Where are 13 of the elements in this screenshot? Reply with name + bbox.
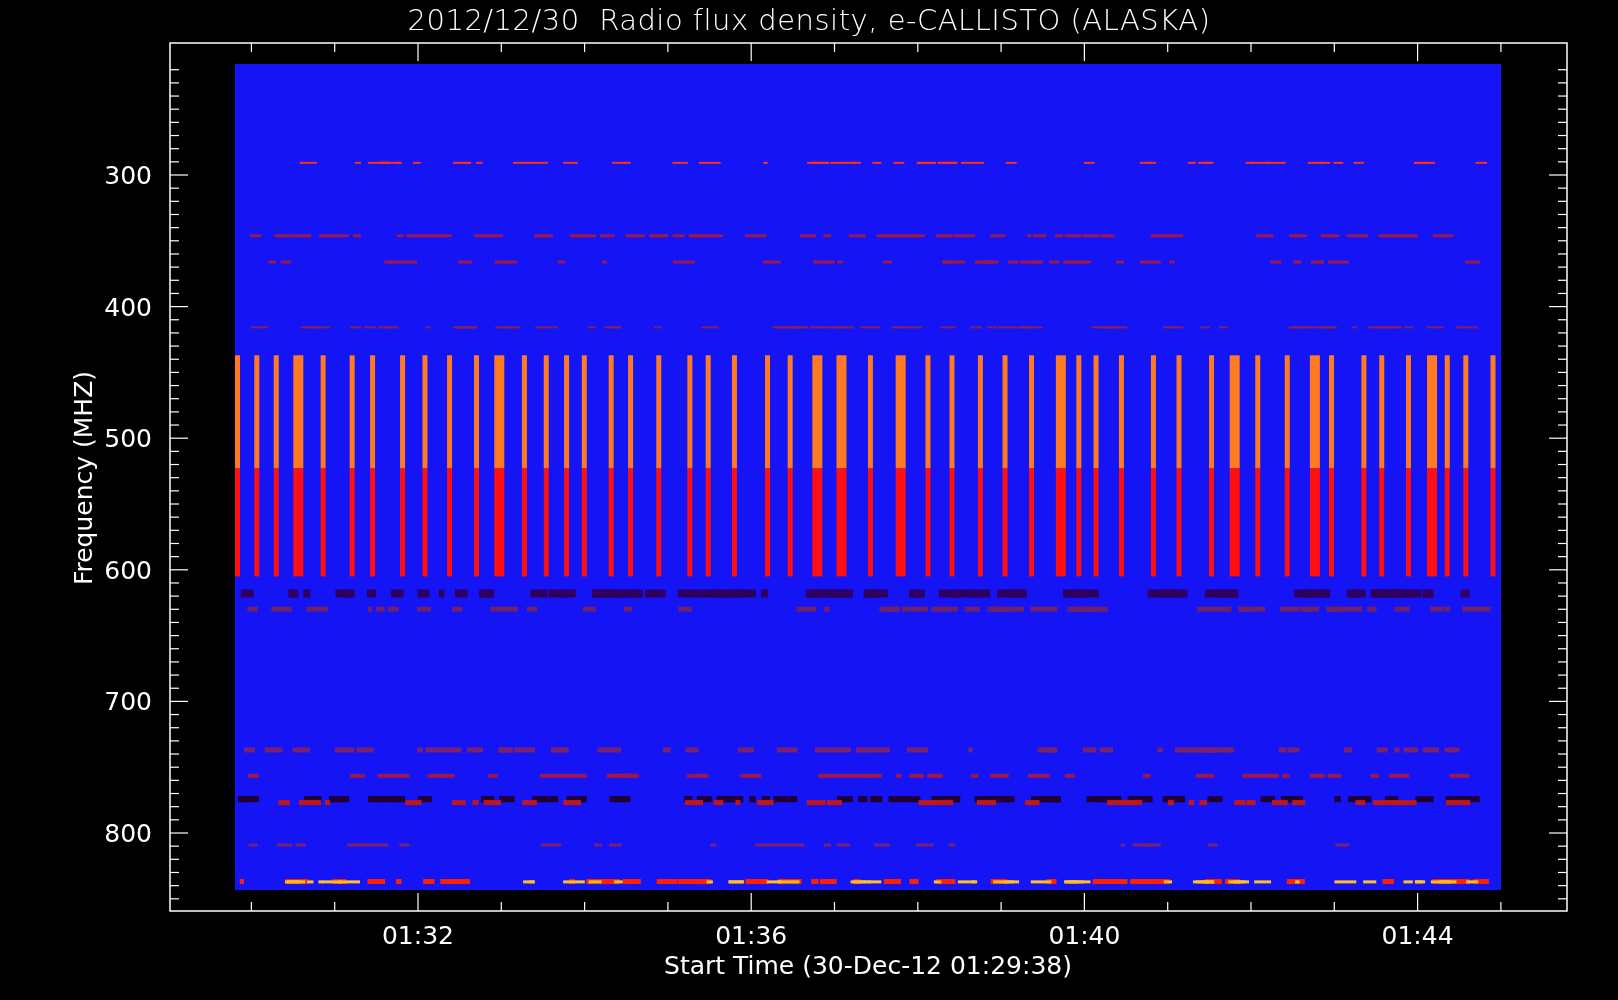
tick-label: 01:40 bbox=[1048, 921, 1121, 950]
tick-label: 01:36 bbox=[715, 921, 788, 950]
tick-label: 400 bbox=[104, 292, 152, 322]
tick-label: 01:32 bbox=[382, 921, 454, 950]
tick-label: 700 bbox=[104, 687, 152, 717]
chart-title: 2012/12/30 Radio flux density, e-CALLISTO (ALASKA) bbox=[407, 3, 1211, 37]
tick-label: 800 bbox=[104, 819, 152, 848]
axis-label: Start Time (30-Dec-12 01:29:38) bbox=[664, 951, 1072, 980]
tick-label: 300 bbox=[104, 161, 152, 190]
tick-label: 600 bbox=[104, 555, 152, 585]
axis-label: Frequency (MHZ) bbox=[69, 370, 98, 586]
tick-label: 500 bbox=[104, 424, 152, 454]
tick-label: 01:44 bbox=[1381, 921, 1454, 950]
